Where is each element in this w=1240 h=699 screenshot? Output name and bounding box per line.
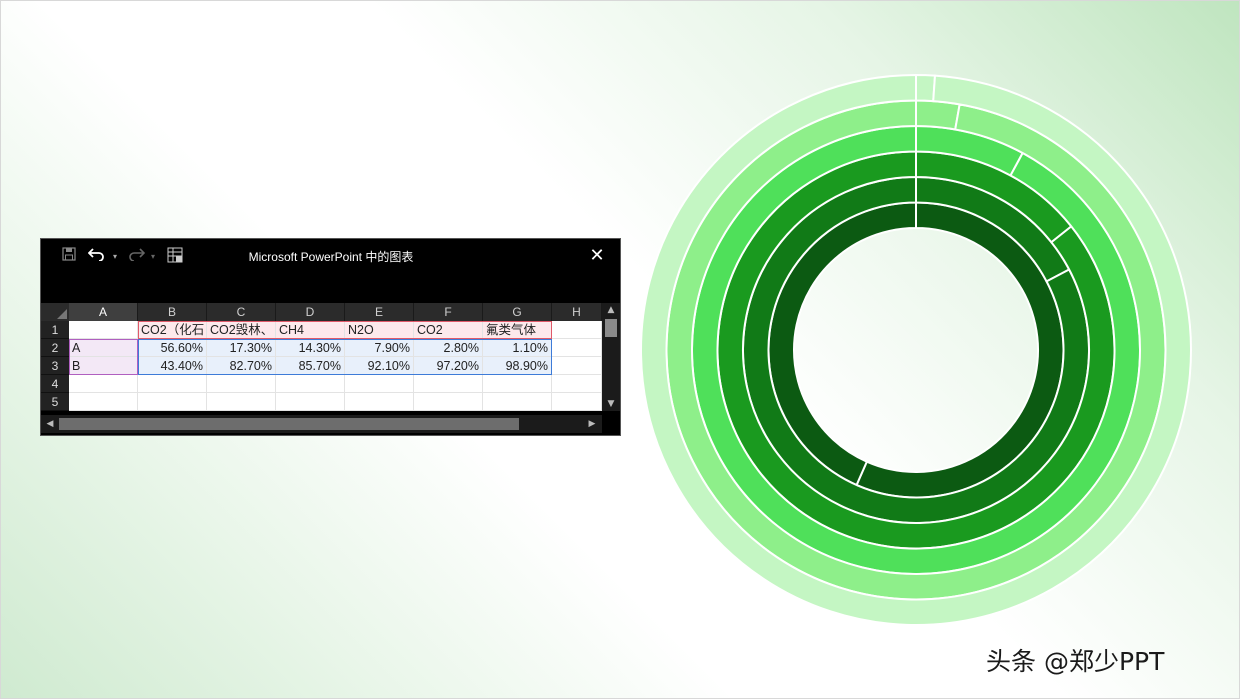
cell-h3[interactable]: [552, 357, 602, 375]
cell-d4[interactable]: [276, 375, 345, 393]
cell-c3[interactable]: 82.70%: [207, 357, 276, 375]
save-icon[interactable]: [59, 247, 79, 267]
cell-e5[interactable]: [345, 393, 414, 411]
column-header-c[interactable]: C: [207, 303, 276, 321]
edit-data-icon[interactable]: [165, 247, 185, 267]
cell-e2[interactable]: 7.90%: [345, 339, 414, 357]
cell-a1[interactable]: [69, 321, 138, 339]
window-titlebar[interactable]: ▾ ▾ Microsoft PowerPoint 中的图表 ✕: [41, 239, 620, 275]
cell-h4[interactable]: [552, 375, 602, 393]
cell-a3[interactable]: B: [69, 357, 138, 375]
cell-e1[interactable]: N2O: [345, 321, 414, 339]
cell-b2[interactable]: 56.60%: [138, 339, 207, 357]
row-header-1[interactable]: 1: [41, 321, 69, 339]
scroll-up-icon[interactable]: ▲: [602, 303, 620, 317]
ring-5-slice-a[interactable]: [915, 99, 961, 131]
row-header-2[interactable]: 2: [41, 339, 69, 357]
undo-dropdown-icon[interactable]: ▾: [105, 247, 125, 267]
cell-f2[interactable]: 2.80%: [414, 339, 483, 357]
multi-ring-doughnut-chart[interactable]: [636, 70, 1196, 630]
cell-b3[interactable]: 43.40%: [138, 357, 207, 375]
undo-icon[interactable]: [87, 247, 107, 267]
cell-g2[interactable]: 1.10%: [483, 339, 552, 357]
cell-b4[interactable]: [138, 375, 207, 393]
select-all-corner[interactable]: [41, 303, 69, 321]
column-header-d[interactable]: D: [276, 303, 345, 321]
cell-h2[interactable]: [552, 339, 602, 357]
cell-h1[interactable]: [552, 321, 602, 339]
close-button[interactable]: ✕: [586, 245, 608, 267]
row-header-5[interactable]: 5: [41, 393, 69, 411]
chart-data-window[interactable]: ▾ ▾ Microsoft PowerPoint 中的图表 ✕ ABCDEFGH…: [40, 238, 621, 436]
vertical-scrollbar[interactable]: ▲ ▼: [602, 303, 620, 411]
cell-e4[interactable]: [345, 375, 414, 393]
cell-d1[interactable]: CH4: [276, 321, 345, 339]
cell-f3[interactable]: 97.20%: [414, 357, 483, 375]
cell-f4[interactable]: [414, 375, 483, 393]
window-title: Microsoft PowerPoint 中的图表: [248, 250, 414, 264]
cell-d2[interactable]: 14.30%: [276, 339, 345, 357]
scroll-right-icon[interactable]: ▶: [585, 417, 599, 431]
cell-a4[interactable]: [69, 375, 138, 393]
column-header-g[interactable]: G: [483, 303, 552, 321]
watermark: 头条 @郑少PPT: [986, 647, 1165, 676]
row-header-3[interactable]: 3: [41, 357, 69, 375]
column-header-b[interactable]: B: [138, 303, 207, 321]
cell-d5[interactable]: [276, 393, 345, 411]
cell-h5[interactable]: [552, 393, 602, 411]
column-header-f[interactable]: F: [414, 303, 483, 321]
cell-c5[interactable]: [207, 393, 276, 411]
cell-f1[interactable]: CO2: [414, 321, 483, 339]
cell-a5[interactable]: [69, 393, 138, 411]
scroll-thumb-horizontal[interactable]: [59, 418, 519, 430]
cell-a2[interactable]: A: [69, 339, 138, 357]
cell-g5[interactable]: [483, 393, 552, 411]
column-header-a[interactable]: A: [69, 303, 138, 321]
horizontal-scrollbar[interactable]: ◀ ▶: [41, 415, 602, 433]
cell-b5[interactable]: [138, 393, 207, 411]
row-header-4[interactable]: 4: [41, 375, 69, 393]
cell-f5[interactable]: [414, 393, 483, 411]
column-header-e[interactable]: E: [345, 303, 414, 321]
redo-dropdown-icon[interactable]: ▾: [143, 247, 163, 267]
cell-e3[interactable]: 92.10%: [345, 357, 414, 375]
cell-g3[interactable]: 98.90%: [483, 357, 552, 375]
cell-g1[interactable]: 氟类气体: [483, 321, 552, 339]
scroll-left-icon[interactable]: ◀: [43, 417, 57, 431]
scroll-down-icon[interactable]: ▼: [602, 397, 620, 411]
scroll-thumb[interactable]: [605, 319, 617, 337]
cell-c2[interactable]: 17.30%: [207, 339, 276, 357]
cell-c4[interactable]: [207, 375, 276, 393]
ring-6-slice-a[interactable]: [915, 73, 937, 103]
cell-b1[interactable]: CO2（化石: [138, 321, 207, 339]
cell-c1[interactable]: CO2毁林、: [207, 321, 276, 339]
cell-g4[interactable]: [483, 375, 552, 393]
column-header-h[interactable]: H: [552, 303, 602, 321]
cell-d3[interactable]: 85.70%: [276, 357, 345, 375]
